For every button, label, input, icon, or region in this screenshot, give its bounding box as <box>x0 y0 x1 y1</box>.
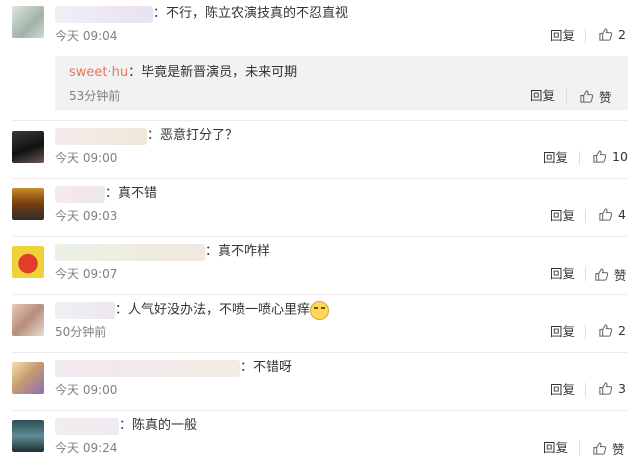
avatar[interactable] <box>12 304 44 336</box>
avatar[interactable] <box>12 6 44 38</box>
comment-text: ：真不咋样 <box>205 244 271 259</box>
user-nickname[interactable] <box>55 5 153 23</box>
avatar[interactable] <box>12 188 44 220</box>
like-count: 10 <box>612 149 628 164</box>
thumbs-up-icon <box>599 208 613 221</box>
user-nickname[interactable] <box>55 185 105 203</box>
thumbs-up-icon <box>580 90 594 103</box>
user-nickname[interactable] <box>55 302 115 319</box>
comment-item: ：真不错 今天 09:03 回复 4 <box>0 179 632 237</box>
like-button[interactable]: 2 <box>598 27 626 42</box>
comment-list: ：不行，陈立农演技真的不忍直视 今天 09:04 回复 2 sweet·hu：毕… <box>0 0 632 469</box>
sub-reply-time: 53分钟前 <box>69 89 121 103</box>
smiley-emoji-icon <box>310 301 330 320</box>
divider <box>566 89 567 103</box>
thumbs-up-icon <box>593 442 607 455</box>
like-label: 赞 <box>614 268 627 283</box>
like-label: 赞 <box>599 90 612 105</box>
like-button[interactable]: 2 <box>598 323 626 338</box>
comment-item: ：陈真的一般 今天 09:24 回复 赞 <box>0 411 632 469</box>
like-label: 赞 <box>612 442 625 457</box>
like-count: 2 <box>618 323 626 338</box>
divider <box>579 151 580 165</box>
like-count: 4 <box>618 207 626 222</box>
thumbs-up-icon <box>593 150 607 163</box>
comment-text: ：人气好没办法，不喷一喷心里痒 <box>115 302 311 318</box>
avatar[interactable] <box>12 246 44 278</box>
comment-item: ：人气好没办法，不喷一喷心里痒 50分钟前 回复 2 <box>0 295 632 353</box>
divider <box>585 383 586 397</box>
comment-text: ：不行，陈立农演技真的不忍直视 <box>153 6 349 21</box>
sub-reply-nickname[interactable]: sweet·hu <box>69 65 128 80</box>
comment-time: 今天 09:03 <box>55 209 118 223</box>
comment-time: 今天 09:00 <box>55 383 118 397</box>
like-count: 2 <box>618 27 626 42</box>
divider <box>579 441 580 455</box>
sub-reply: sweet·hu：毕竟是新晋演员，未来可期 53分钟前 回复 赞 <box>55 56 628 110</box>
comment-item: ：真不咋样 今天 09:07 回复 赞 <box>0 237 632 295</box>
reply-button[interactable]: 回复 <box>550 28 580 44</box>
avatar[interactable] <box>12 420 44 452</box>
thumbs-up-icon <box>599 28 613 41</box>
reply-button[interactable]: 回复 <box>550 324 580 340</box>
avatar[interactable] <box>12 131 44 163</box>
divider <box>585 325 586 339</box>
like-count: 3 <box>618 381 626 396</box>
reply-button[interactable]: 回复 <box>543 440 573 456</box>
reply-button[interactable]: 回复 <box>550 382 580 398</box>
comment-time: 50分钟前 <box>55 325 107 339</box>
divider <box>585 29 586 43</box>
sub-reply-text: ：毕竟是新晋演员，未来可期 <box>128 65 298 80</box>
comment-time: 今天 09:00 <box>55 151 118 165</box>
comment-time: 今天 09:07 <box>55 267 118 281</box>
comment-item: ：不行，陈立农演技真的不忍直视 今天 09:04 回复 2 sweet·hu：毕… <box>0 0 632 121</box>
thumbs-up-icon <box>599 382 613 395</box>
user-nickname[interactable] <box>55 359 240 377</box>
divider <box>585 267 586 281</box>
like-button[interactable]: 赞 <box>594 265 627 284</box>
user-nickname[interactable] <box>55 417 119 435</box>
comment-text: ：恶意打分了？ <box>147 128 239 143</box>
sub-like-button[interactable]: 赞 <box>579 87 612 106</box>
reply-button[interactable]: 回复 <box>550 208 580 224</box>
like-button[interactable]: 10 <box>592 149 628 164</box>
avatar[interactable] <box>12 362 44 394</box>
comment-text: ：陈真的一般 <box>119 418 198 433</box>
user-nickname[interactable] <box>55 127 147 145</box>
like-button[interactable]: 4 <box>598 207 626 222</box>
thumbs-up-icon <box>595 268 609 281</box>
like-button[interactable]: 赞 <box>592 439 625 458</box>
reply-button[interactable]: 回复 <box>550 266 580 282</box>
comment-time: 今天 09:04 <box>55 29 118 43</box>
comment-text: ：不错呀 <box>240 360 293 375</box>
comment-time: 今天 09:24 <box>55 441 118 455</box>
comment-text: ：真不错 <box>105 186 158 201</box>
reply-button[interactable]: 回复 <box>543 150 573 166</box>
thumbs-up-icon <box>599 324 613 337</box>
sub-reply-button[interactable]: 回复 <box>530 88 560 104</box>
divider <box>585 209 586 223</box>
like-button[interactable]: 3 <box>598 381 626 396</box>
user-nickname[interactable] <box>55 243 205 261</box>
comment-item: ：不错呀 今天 09:00 回复 3 <box>0 353 632 411</box>
comment-item: ：恶意打分了？ 今天 09:00 回复 10 <box>0 121 632 179</box>
